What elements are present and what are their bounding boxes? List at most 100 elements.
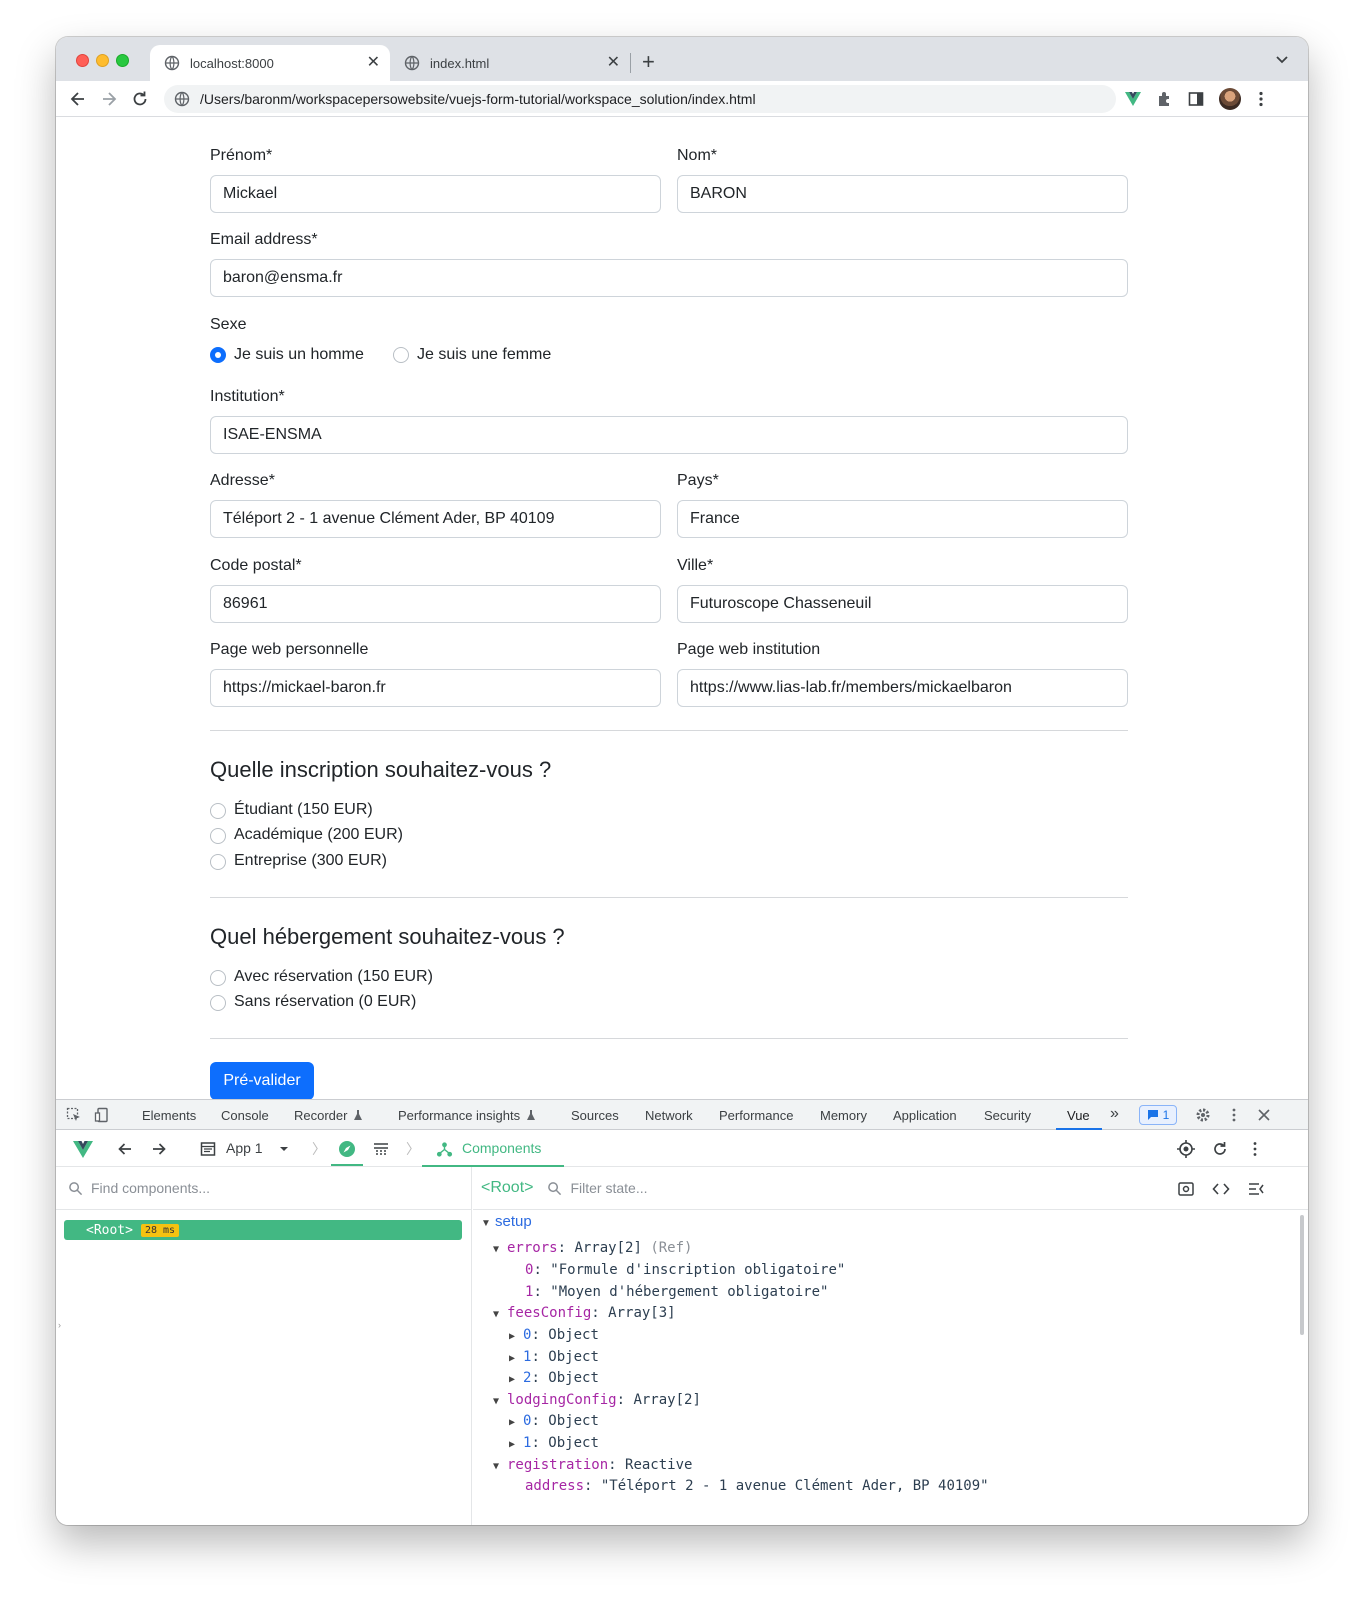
nom-input[interactable]: BARON: [677, 175, 1128, 213]
pane-resize-handle[interactable]: ›: [58, 1320, 61, 1330]
page-inst-input[interactable]: https://www.lias-lab.fr/members/mickaelb…: [677, 669, 1128, 707]
root-component-row[interactable]: <Root> 28 ms: [64, 1220, 462, 1240]
state-row-fees-1[interactable]: ▶ 1: Object: [509, 1349, 599, 1365]
tab-index-html[interactable]: index.html ✕: [390, 45, 630, 81]
issues-badge[interactable]: 1: [1139, 1105, 1177, 1125]
more-tabs-icon[interactable]: »: [1110, 1105, 1119, 1123]
radio-entreprise-label[interactable]: Entreprise (300 EUR): [234, 852, 387, 870]
prenom-input[interactable]: Mickael: [210, 175, 661, 213]
maximize-window-button[interactable]: [116, 54, 129, 67]
radio-etudiant[interactable]: [210, 803, 226, 819]
tab-network[interactable]: Network: [645, 1108, 693, 1123]
ville-label: Ville*: [677, 557, 714, 574]
close-devtools-icon[interactable]: [1256, 1107, 1272, 1123]
tab-vue[interactable]: Vue: [1067, 1108, 1090, 1123]
state-row-fees-config[interactable]: ▼ feesConfig: Array[3]: [493, 1305, 676, 1321]
caret-down-icon[interactable]: [275, 1140, 293, 1158]
browser-window: localhost:8000 ✕ index.html ✕ + /Users/b…: [56, 37, 1308, 1525]
state-row-fees-0[interactable]: ▶ 0: Object: [509, 1327, 599, 1343]
code-postal-input[interactable]: 86961: [210, 585, 661, 623]
state-row-registration[interactable]: ▼ registration: Reactive: [493, 1457, 692, 1473]
more-options-icon[interactable]: [1246, 1140, 1264, 1158]
state-inspector-pane: <Root> Filter state... ▼ setup ▼ errors: A…: [473, 1167, 1308, 1525]
radio-homme[interactable]: [210, 347, 226, 363]
code-brackets-icon[interactable]: [1212, 1180, 1230, 1198]
radio-sans-reservation[interactable]: [210, 995, 226, 1011]
tab-localhost[interactable]: localhost:8000 ✕: [150, 45, 390, 81]
back-arrow-icon[interactable]: [68, 89, 88, 109]
state-scrollbar[interactable]: [1300, 1215, 1304, 1335]
adresse-input[interactable]: Téléport 2 - 1 avenue Clément Ader, BP 4…: [210, 500, 661, 538]
tab-memory[interactable]: Memory: [820, 1108, 867, 1123]
profile-avatar[interactable]: [1219, 88, 1241, 110]
settings-gear-icon[interactable]: [1195, 1107, 1211, 1123]
pays-input[interactable]: France: [677, 500, 1128, 538]
chevron-down-icon[interactable]: [1274, 51, 1290, 67]
tab-strip: localhost:8000 ✕ index.html ✕ +: [56, 37, 1308, 81]
radio-femme[interactable]: [393, 347, 409, 363]
side-panel-icon[interactable]: [1187, 90, 1205, 108]
institution-input[interactable]: ISAE-ENSMA: [210, 416, 1128, 454]
collapse-all-icon[interactable]: [1247, 1180, 1265, 1198]
radio-homme-label[interactable]: Je suis un homme: [234, 346, 364, 364]
selected-component-name: <Root>: [481, 1179, 534, 1196]
tab-console[interactable]: Console: [221, 1108, 269, 1123]
radio-etudiant-label[interactable]: Étudiant (150 EUR): [234, 801, 373, 819]
tab-performance-insights[interactable]: Performance insights: [398, 1108, 520, 1123]
close-tab-icon[interactable]: ✕: [367, 54, 380, 72]
filter-state-input[interactable]: Filter state...: [570, 1180, 647, 1196]
sexe-label: Sexe: [210, 316, 247, 333]
radio-avec-reservation-label[interactable]: Avec réservation (150 EUR): [234, 968, 433, 986]
radio-entreprise[interactable]: [210, 854, 226, 870]
find-components-input[interactable]: Find components...: [56, 1167, 471, 1210]
app-selector[interactable]: App 1: [226, 1140, 263, 1156]
back-arrow-icon[interactable]: [116, 1140, 134, 1158]
compass-icon[interactable]: [338, 1140, 356, 1158]
reload-icon[interactable]: [130, 89, 150, 109]
radio-avec-reservation[interactable]: [210, 970, 226, 986]
extensions-puzzle-icon[interactable]: [1156, 90, 1174, 108]
state-row-address: address: "Téléport 2 - 1 avenue Clément …: [525, 1478, 989, 1494]
setup-section[interactable]: ▼ setup: [481, 1213, 532, 1230]
state-row-lodging-config[interactable]: ▼ lodgingConfig: Array[2]: [493, 1392, 701, 1408]
tab-application[interactable]: Application: [893, 1108, 957, 1123]
close-window-button[interactable]: [76, 54, 89, 67]
site-info-icon[interactable]: [174, 91, 190, 107]
new-tab-icon[interactable]: +: [642, 49, 655, 75]
state-row-fees-2[interactable]: ▶ 2: Object: [509, 1370, 599, 1386]
components-tab[interactable]: Components: [422, 1131, 564, 1167]
refresh-icon[interactable]: [1211, 1140, 1229, 1158]
more-options-icon[interactable]: [1226, 1107, 1242, 1123]
scroll-to-component-icon[interactable]: [1177, 1180, 1195, 1198]
tab-security[interactable]: Security: [984, 1108, 1031, 1123]
pre-valider-button[interactable]: Pré-valider: [210, 1062, 314, 1099]
ville-input[interactable]: Futuroscope Chasseneuil: [677, 585, 1128, 623]
page-inst-label: Page web institution: [677, 641, 821, 658]
more-menu-icon[interactable]: [1252, 90, 1270, 108]
devtools-panel: Elements Console Recorder Performance in…: [56, 1099, 1308, 1525]
tab-elements[interactable]: Elements: [142, 1108, 196, 1123]
forward-arrow-icon[interactable]: [99, 89, 119, 109]
radio-sans-reservation-label[interactable]: Sans réservation (0 EUR): [234, 993, 416, 1011]
device-toolbar-icon[interactable]: [94, 1107, 110, 1123]
tab-performance[interactable]: Performance: [719, 1108, 793, 1123]
minimize-window-button[interactable]: [96, 54, 109, 67]
address-bar[interactable]: /Users/baronm/workspacepersowebsite/vuej…: [164, 85, 1116, 113]
forward-arrow-icon[interactable]: [150, 1140, 168, 1158]
tab-recorder[interactable]: Recorder: [294, 1108, 347, 1123]
timeline-icon[interactable]: [372, 1140, 390, 1158]
inspect-element-icon[interactable]: [66, 1107, 82, 1123]
radio-academique[interactable]: [210, 828, 226, 844]
radio-academique-label[interactable]: Académique (200 EUR): [234, 826, 403, 844]
state-row-lodging-0[interactable]: ▶ 0: Object: [509, 1413, 599, 1429]
target-select-icon[interactable]: [1177, 1140, 1195, 1158]
tab-sources[interactable]: Sources: [571, 1108, 619, 1123]
state-row-lodging-1[interactable]: ▶ 1: Object: [509, 1435, 599, 1451]
email-input[interactable]: baron@ensma.fr: [210, 259, 1128, 297]
page-perso-input[interactable]: https://mickael-baron.fr: [210, 669, 661, 707]
radio-femme-label[interactable]: Je suis une femme: [417, 346, 551, 364]
vue-devtools-extension-icon[interactable]: [1124, 90, 1142, 108]
close-tab-icon[interactable]: ✕: [607, 54, 620, 72]
state-row-errors[interactable]: ▼ errors: Array[2] (Ref): [493, 1240, 692, 1256]
components-tree-icon: [436, 1142, 453, 1157]
